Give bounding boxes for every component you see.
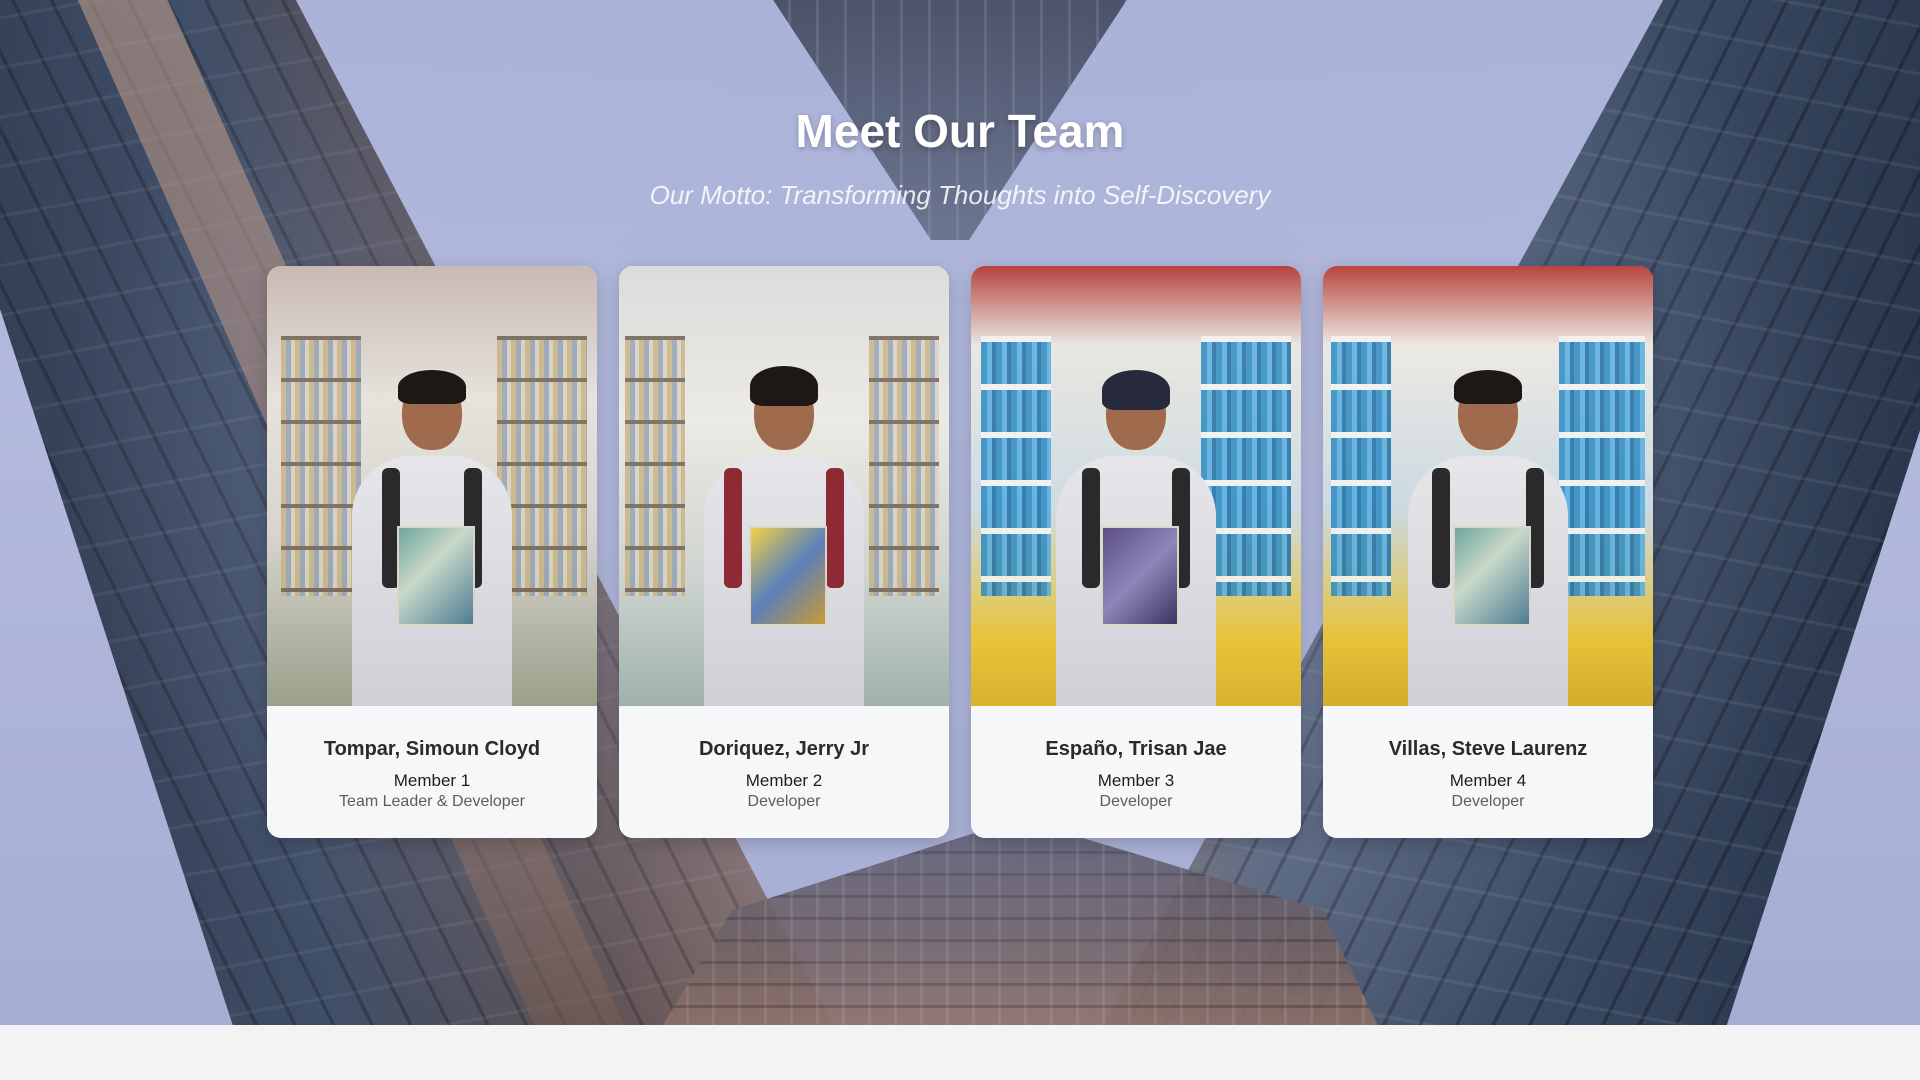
person-figure: [1398, 370, 1578, 706]
member-number: Member 1: [393, 771, 471, 790]
member-role: Developer: [1099, 793, 1173, 810]
member-info-2: Doriquez, Jerry Jr Member 2 Developer: [619, 706, 949, 838]
member-role: Developer: [1451, 793, 1525, 810]
team-card-4: Villas, Steve Laurenz Member 4 Developer: [1323, 266, 1653, 838]
member-name: Doriquez, Jerry Jr: [698, 738, 870, 760]
member-number: Member 3: [1097, 771, 1175, 790]
team-cards: Tompar, Simoun Cloyd Member 1 Team Leade…: [267, 266, 1653, 838]
page-title: Meet Our Team: [795, 105, 1125, 157]
member-photo-1: [267, 266, 597, 706]
page-footer-band: [0, 1025, 1920, 1080]
member-photo-2: [619, 266, 949, 706]
member-info-3: Españo, Trisan Jae Member 3 Developer: [971, 706, 1301, 838]
person-figure: [694, 366, 874, 706]
member-info-1: Tompar, Simoun Cloyd Member 1 Team Leade…: [267, 706, 597, 838]
member-photo-4: [1323, 266, 1653, 706]
member-photo-3: [971, 266, 1301, 706]
team-card-3: Españo, Trisan Jae Member 3 Developer: [971, 266, 1301, 838]
member-name: Españo, Trisan Jae: [1045, 738, 1227, 760]
member-number: Member 2: [745, 771, 823, 790]
member-number: Member 4: [1449, 771, 1527, 790]
member-name: Villas, Steve Laurenz: [1388, 738, 1588, 760]
member-role: Developer: [747, 793, 821, 810]
shelf-decor: [1331, 336, 1391, 596]
shelf-decor: [981, 336, 1051, 596]
team-motto: Our Motto: Transforming Thoughts into Se…: [649, 180, 1271, 210]
member-name: Tompar, Simoun Cloyd: [323, 738, 541, 760]
team-card-1: Tompar, Simoun Cloyd Member 1 Team Leade…: [267, 266, 597, 838]
member-info-4: Villas, Steve Laurenz Member 4 Developer: [1323, 706, 1653, 838]
person-figure: [1046, 370, 1226, 706]
shelf-decor: [625, 336, 685, 596]
shelf-decor: [869, 336, 939, 596]
member-role: Team Leader & Developer: [339, 793, 525, 810]
person-figure: [342, 370, 522, 706]
team-card-2: Doriquez, Jerry Jr Member 2 Developer: [619, 266, 949, 838]
